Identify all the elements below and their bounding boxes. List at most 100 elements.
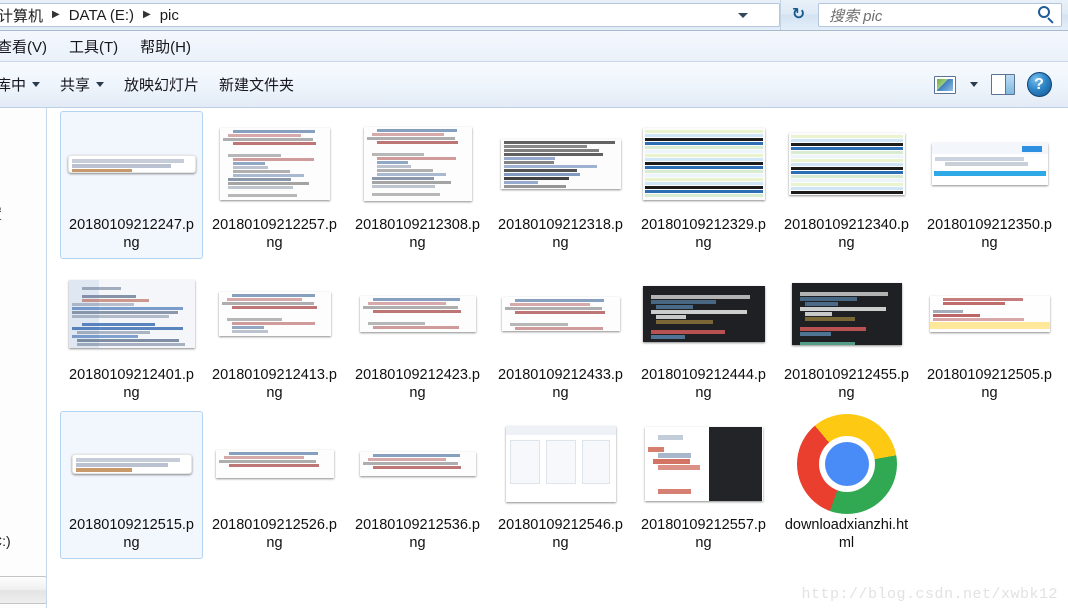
file-item[interactable]: 20180109212536.png [346,411,489,559]
help-button[interactable]: ? [1022,70,1056,100]
menu-item-tools[interactable]: 工具(T) [58,34,129,59]
thumbnail-image [644,427,763,501]
file-name-label: 20180109212557.png [641,517,766,551]
file-name-label: 20180109212308.png [355,217,480,251]
file-name-label: 20180109212318.png [498,217,623,251]
search-input[interactable]: 搜索 pic [818,3,1062,27]
file-name-label: 20180109212401.png [69,367,194,401]
thumbnail-image [788,133,905,195]
toolbar-slideshow-label: 放映幻灯片 [124,77,200,94]
chevron-down-icon [970,82,978,87]
file-thumbnail [925,266,1055,362]
breadcrumb[interactable]: 计算机 ▶ DATA (E:) ▶ pic [0,3,780,27]
file-item[interactable]: downloadxianzhi.html [775,411,918,559]
address-dropdown-button[interactable] [733,4,753,26]
sidebar-item-recent-places[interactable]: 置 [0,204,2,224]
file-name-label: 20180109212444.png [641,367,766,401]
file-item[interactable]: 20180109212444.png [632,261,775,409]
menu-item-help[interactable]: 帮助(H) [129,34,202,59]
file-thumbnail [496,416,626,512]
file-item[interactable]: 20180109212546.png [489,411,632,559]
file-thumbnail [782,414,912,514]
file-item[interactable]: 20180109212455.png [775,261,918,409]
toolbar-share-button[interactable]: 共享 [50,69,114,100]
file-item[interactable]: 20180109212257.png [203,111,346,259]
file-thumbnail [67,266,197,362]
thumbnail-image [642,286,765,342]
file-thumbnail [353,416,483,512]
file-name-label: 20180109212247.png [69,217,194,251]
view-mode-button[interactable] [928,70,962,100]
file-item[interactable]: 20180109212308.png [346,111,489,259]
view-mode-dropdown-button[interactable] [964,70,984,100]
search-icon [1035,4,1057,26]
file-name-label: 20180109212505.png [927,367,1052,401]
file-item[interactable]: 20180109212526.png [203,411,346,559]
file-thumbnail [210,416,340,512]
file-thumbnail [67,416,197,512]
view-mode-icon [934,75,956,94]
file-name-label: 20180109212329.png [641,217,766,251]
toolbar-include-in-library-button[interactable]: 库中 [0,69,50,100]
toolbar-include-in-library-label: 库中 [0,77,27,94]
file-item[interactable]: 20180109212515.png [60,411,203,559]
file-name-label: 20180109212340.png [784,217,909,251]
thumbnail-image [218,292,331,336]
thumbnail-image [219,128,330,200]
address-bar: 计算机 ▶ DATA (E:) ▶ pic ↻ 搜索 pic [0,0,1068,31]
file-thumbnail [639,266,769,362]
file-name-label: 20180109212455.png [784,367,909,401]
file-item[interactable]: 20180109212247.png [60,111,203,259]
file-item[interactable]: 20180109212423.png [346,261,489,409]
file-item[interactable]: 20180109212329.png [632,111,775,259]
file-name-label: 20180109212515.png [69,517,194,551]
file-name-label: downloadxianzhi.html [784,517,909,551]
thumbnail-image [642,128,765,200]
toolbar-new-folder-label: 新建文件夹 [219,77,295,94]
explorer-window: 计算机 ▶ DATA (E:) ▶ pic ↻ 搜索 pic 查看(V) 工具(… [0,0,1068,608]
chrome-logo-icon [796,414,897,514]
file-name-label: 20180109212257.png [212,217,337,251]
file-name-label: 20180109212350.png [927,217,1052,251]
command-toolbar: 库中 共享 放映幻灯片 新建文件夹 ? [0,62,1068,108]
file-name-label: 20180109212433.png [498,367,623,401]
file-item[interactable]: 20180109212433.png [489,261,632,409]
thumbnail-image [359,296,476,332]
file-item[interactable]: 20180109212557.png [632,411,775,559]
chevron-down-icon [32,82,41,87]
file-item[interactable]: 20180109212505.png [918,261,1061,409]
breadcrumb-item-drive[interactable]: DATA (E:) [67,7,136,24]
toolbar-right-group: ? [928,70,1068,100]
sidebar-item-local-disk[interactable]: C:) [0,533,11,549]
file-item[interactable]: 20180109212340.png [775,111,918,259]
refresh-icon: ↻ [791,6,806,23]
file-item[interactable]: 20180109212318.png [489,111,632,259]
thumbnail-image [791,283,902,345]
chevron-down-icon [738,12,748,18]
thumbnail-image [71,454,192,474]
thumbnail-image [929,296,1050,332]
breadcrumb-separator-icon: ▶ [52,9,60,20]
file-thumbnail [782,266,912,362]
breadcrumb-item-computer[interactable]: 计算机 [0,5,45,26]
file-thumbnail [67,116,197,212]
thumbnail-image [215,450,334,478]
toolbar-slideshow-button[interactable]: 放映幻灯片 [114,69,209,100]
sidebar-bottom-button[interactable] [0,576,46,604]
refresh-button[interactable]: ↻ [780,0,816,30]
navigation-pane: 置 C:) [0,108,47,608]
file-list-pane[interactable]: 20180109212247.png 20180109212257.png 2018… [48,108,1068,608]
thumbnail-image [796,414,897,514]
file-item[interactable]: 20180109212413.png [203,261,346,409]
file-thumbnail [639,116,769,212]
file-name-label: 20180109212546.png [498,517,623,551]
thumbnail-image [931,143,1048,185]
preview-pane-button[interactable] [986,70,1020,100]
file-item[interactable]: 20180109212350.png [918,111,1061,259]
breadcrumb-separator-icon: ▶ [143,9,151,20]
breadcrumb-item-folder[interactable]: pic [158,7,181,24]
toolbar-new-folder-button[interactable]: 新建文件夹 [209,69,304,100]
file-thumbnail [353,116,483,212]
file-item[interactable]: 20180109212401.png [60,261,203,409]
menu-item-view[interactable]: 查看(V) [0,34,58,59]
